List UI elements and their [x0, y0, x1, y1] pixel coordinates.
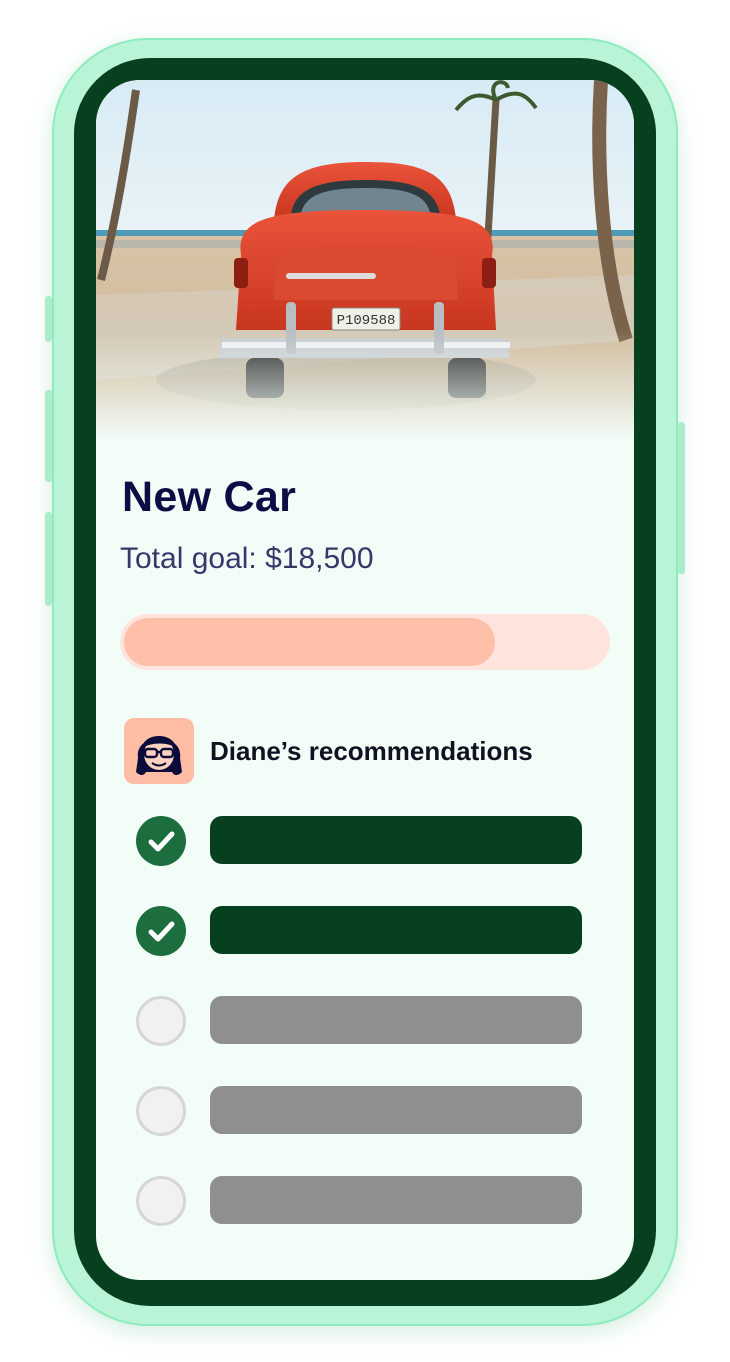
recommendation-item[interactable] — [136, 1086, 584, 1136]
unchecked-checkbox[interactable] — [136, 1086, 186, 1136]
goal-progress-fill — [124, 618, 495, 666]
recommendation-item[interactable] — [136, 996, 584, 1046]
check-icon — [148, 921, 175, 942]
recommendation-item[interactable] — [136, 1176, 584, 1226]
checked-checkbox[interactable] — [136, 906, 186, 956]
recommendation-placeholder-bar — [210, 996, 582, 1044]
goal-title: New Car — [122, 473, 297, 521]
volume-up-button — [45, 390, 52, 482]
recommendations-header: Diane’s recommendations — [124, 718, 604, 784]
recommendation-placeholder-bar — [210, 816, 582, 864]
goal-hero-image: P109588 — [96, 80, 634, 440]
recommendation-placeholder-bar — [210, 906, 582, 954]
svg-text:P109588: P109588 — [337, 313, 396, 329]
check-icon — [148, 831, 175, 852]
recommendation-placeholder-bar — [210, 1176, 582, 1224]
goal-total-label: Total goal: $18,500 — [120, 542, 374, 575]
power-button — [678, 422, 685, 574]
diane-avatar — [124, 718, 194, 784]
recommendations-title: Diane’s recommendations — [210, 736, 533, 766]
unchecked-checkbox[interactable] — [136, 996, 186, 1046]
volume-down-button — [45, 512, 52, 606]
checked-checkbox[interactable] — [136, 816, 186, 866]
mute-switch — [45, 296, 52, 342]
unchecked-checkbox[interactable] — [136, 1176, 186, 1226]
recommendation-item[interactable] — [136, 816, 584, 866]
recommendation-item[interactable] — [136, 906, 584, 956]
recommendation-placeholder-bar — [210, 1086, 582, 1134]
goal-progress-bar — [120, 614, 610, 670]
app-screen: P109588 New Car Total goal: $18,500 Dian… — [96, 80, 634, 1280]
